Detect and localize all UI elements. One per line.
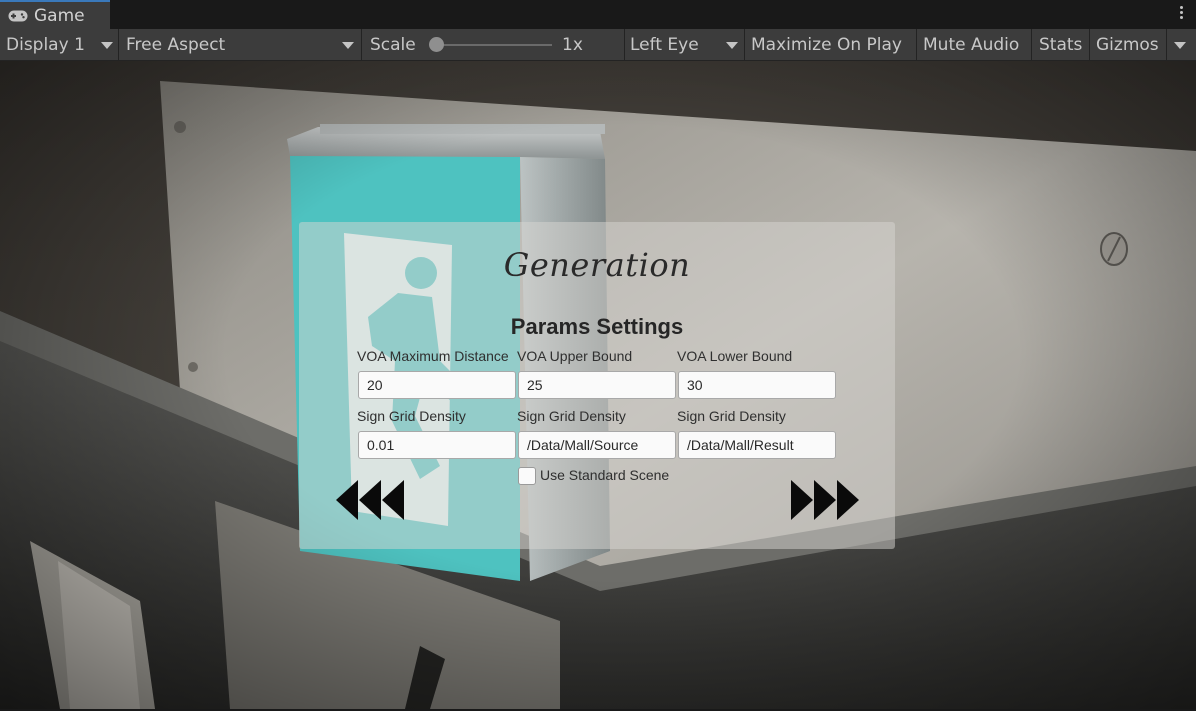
use-standard-scene-label: Use Standard Scene xyxy=(540,467,670,483)
stats-toggle[interactable]: Stats xyxy=(1033,29,1089,60)
gizmos-dropdown-caret[interactable] xyxy=(1174,42,1186,49)
scale-value: 1x xyxy=(556,29,583,60)
chevron-down-icon xyxy=(101,42,113,49)
source-path-input[interactable]: /Data/Mall/Source xyxy=(518,431,676,459)
game-view-toolbar: Display 1 Free Aspect Scale 1x Left Eye … xyxy=(0,29,1196,61)
fast-forward-arrows-icon[interactable] xyxy=(789,480,859,520)
voa-lower-bound-label: VOA Lower Bound xyxy=(677,348,793,364)
panel-title: Generation xyxy=(503,246,691,284)
rewind-arrows-icon[interactable] xyxy=(336,480,406,520)
source-path-label: Sign Grid Density xyxy=(517,408,626,424)
use-standard-scene-checkbox[interactable] xyxy=(518,467,536,485)
tab-game-label: Game xyxy=(34,5,85,26)
voa-upper-bound-value: 25 xyxy=(527,377,543,393)
voa-upper-bound-label: VOA Upper Bound xyxy=(517,348,633,364)
voa-max-distance-input[interactable]: 20 xyxy=(358,371,516,399)
maximize-on-play-toggle[interactable]: Maximize On Play xyxy=(745,29,916,60)
editor-tab-bar: Game xyxy=(0,0,1196,29)
sign-grid-density-input[interactable]: 0.01 xyxy=(358,431,516,459)
mute-audio-label: Mute Audio xyxy=(923,34,1020,55)
gizmos-toggle[interactable]: Gizmos xyxy=(1090,29,1170,60)
chevron-down-icon xyxy=(726,42,738,49)
mute-audio-toggle[interactable]: Mute Audio xyxy=(917,29,1031,60)
result-path-value: /Data/Mall/Result xyxy=(687,437,794,453)
aspect-dropdown[interactable]: Free Aspect xyxy=(120,29,360,60)
voa-max-distance-label: VOA Maximum Distance xyxy=(357,348,509,364)
voa-lower-bound-input[interactable]: 30 xyxy=(678,371,836,399)
eye-dropdown-label: Left Eye xyxy=(630,34,699,55)
chevron-down-icon xyxy=(342,42,354,49)
scale-value-text: 1x xyxy=(562,34,583,55)
sign-grid-density-label: Sign Grid Density xyxy=(357,408,466,424)
aspect-dropdown-label: Free Aspect xyxy=(126,34,226,55)
voa-lower-bound-value: 30 xyxy=(687,377,703,393)
voa-max-distance-value: 20 xyxy=(367,377,383,393)
source-path-value: /Data/Mall/Source xyxy=(527,437,639,453)
maximize-on-play-label: Maximize On Play xyxy=(751,34,902,55)
gamepad-icon xyxy=(8,10,28,21)
scale-slider-track[interactable] xyxy=(430,44,552,46)
scale-label: Scale xyxy=(364,29,416,60)
scale-slider-handle[interactable] xyxy=(429,37,444,52)
scale-label-text: Scale xyxy=(370,34,416,55)
result-path-label: Sign Grid Density xyxy=(677,408,786,424)
display-dropdown-label: Display 1 xyxy=(6,34,85,55)
voa-upper-bound-input[interactable]: 25 xyxy=(518,371,676,399)
generation-panel: Generation Params Settings VOA Maximum D… xyxy=(299,222,895,549)
sign-grid-density-value: 0.01 xyxy=(367,437,395,453)
gizmos-label: Gizmos xyxy=(1096,34,1159,55)
stats-label: Stats xyxy=(1039,34,1083,55)
display-dropdown[interactable]: Display 1 xyxy=(0,29,117,60)
kebab-menu-icon[interactable] xyxy=(1178,4,1184,24)
result-path-input[interactable]: /Data/Mall/Result xyxy=(678,431,836,459)
params-settings-heading: Params Settings xyxy=(510,314,684,339)
tab-game[interactable]: Game xyxy=(0,0,110,29)
